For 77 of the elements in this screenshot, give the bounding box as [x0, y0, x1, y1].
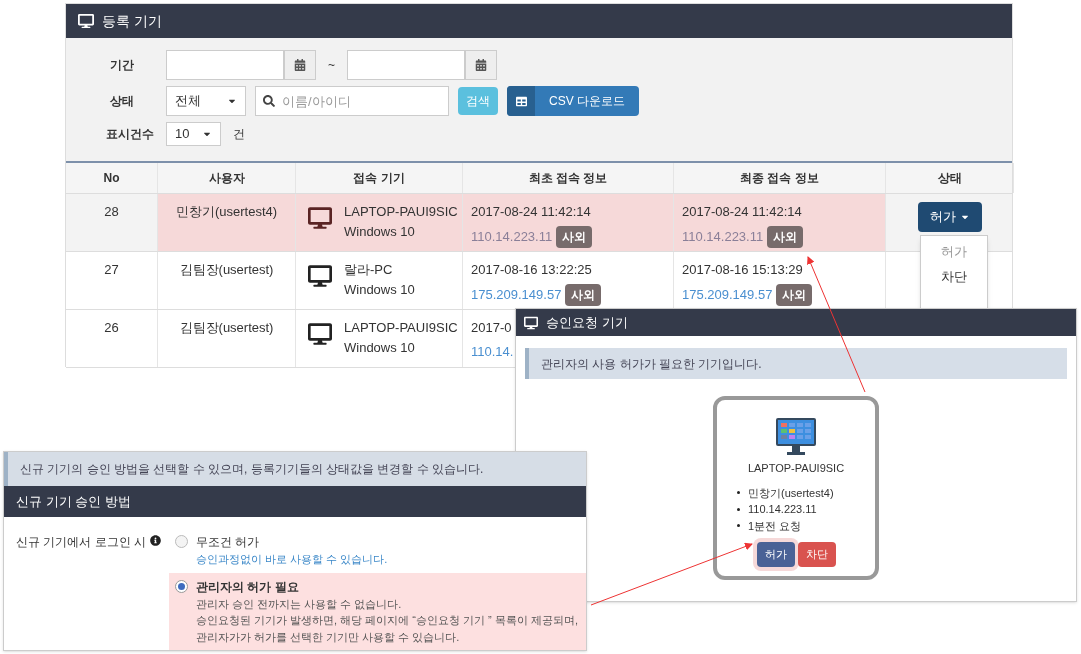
location-tag: 사외: [556, 225, 593, 248]
detail-item: 110.14.223.11: [748, 502, 817, 517]
monitor-icon: [78, 13, 94, 29]
ip-address: 110.14.223.11: [471, 227, 553, 246]
date-field[interactable]: [347, 50, 465, 80]
device-name: 랄라-PC: [344, 261, 394, 279]
ip-address: 175.209.149.57: [682, 285, 773, 304]
status-dropdown-button[interactable]: 허가: [918, 202, 982, 232]
info-icon: [150, 535, 161, 546]
column-header: 최초 접속 정보: [463, 163, 674, 193]
table-cell-text: 민창기(usertest4): [175, 203, 278, 221]
device-os: Windows 10: [344, 222, 416, 241]
device-name: LAPTOP-PAUI9SIC: [344, 203, 458, 221]
table-cell-text: 28: [104, 203, 119, 221]
monitor-icon: [308, 206, 332, 230]
search-field[interactable]: 이름/아이디: [255, 86, 449, 116]
option-description: 관리자가가 허가를 선택한 기기만 사용할 수 있습니다.: [196, 629, 461, 645]
monitor-icon: [524, 315, 538, 330]
calendar-icon: [475, 59, 487, 71]
filter-label: 표시건수: [105, 126, 155, 143]
table-cell-text: 김팀장(usertest): [179, 319, 274, 337]
column-header: 접속 기기: [296, 163, 463, 193]
device-os: Windows 10: [344, 338, 416, 357]
popup-title: 승인요청 기기: [546, 313, 628, 332]
ip-address: 175.209.149.57: [471, 285, 562, 304]
ip-address: 110.14.223.11: [682, 227, 764, 246]
menu-item[interactable]: 차단: [941, 266, 967, 286]
range-separator: ~: [327, 57, 336, 74]
monitor-icon: [308, 264, 332, 288]
access-time: 2017-08-24 11:42:14: [682, 203, 802, 221]
device-name: LAPTOP-PAUI9SIC: [344, 319, 458, 337]
section-title: 신규 기기 승인 방법: [16, 492, 131, 511]
option-description: 관리자 승인 전까지는 사용할 수 없습니다.: [196, 596, 403, 612]
radio-button[interactable]: [175, 579, 188, 593]
option-label: 무조건 허가: [196, 534, 261, 551]
radio-button[interactable]: [175, 535, 188, 548]
column-header: 상태: [886, 163, 1014, 193]
access-time: 2017-08-16 13:22:25: [471, 261, 592, 279]
device-os: Windows 10: [344, 280, 415, 299]
ip-address: 110.14.: [471, 342, 514, 361]
block-button[interactable]: 차단: [797, 542, 836, 567]
column-header: No: [66, 163, 158, 193]
notice-text: 신규 기기의 승인 방법을 선택할 수 있으며, 등록기기들의 상태값을 변경할 수 있습니다.: [20, 461, 484, 478]
field-label: 신규 기기에서 로그인 시: [16, 534, 146, 551]
access-time: 2017-0: [471, 319, 512, 337]
table-cell-text: 26: [104, 319, 119, 337]
calendar-icon: [294, 59, 306, 71]
date-field[interactable]: [166, 50, 284, 80]
access-time: 2017-08-16 15:13:29: [682, 261, 803, 279]
filter-label: 기간: [109, 57, 135, 74]
location-tag: 사외: [565, 283, 602, 306]
calendar-button[interactable]: [284, 50, 316, 80]
access-time: 2017-08-24 11:42:14: [471, 203, 591, 221]
location-tag: 사외: [767, 225, 804, 248]
detail-item: 1분전 요청: [748, 518, 802, 534]
column-header: 사용자: [158, 163, 296, 193]
location-tag: 사외: [776, 283, 813, 306]
search-icon: [263, 95, 275, 107]
calendar-button[interactable]: [465, 50, 497, 80]
option-description: 승인과정없이 바로 사용할 수 있습니다.: [196, 552, 388, 567]
table-cell-text: 김팀장(usertest): [179, 261, 274, 279]
notice-text: 관리자의 사용 허가가 필요한 기기입니다.: [541, 355, 762, 373]
status-select[interactable]: 전체: [166, 86, 246, 116]
monitor-icon: [308, 322, 332, 346]
detail-item: 민창기(usertest4): [748, 485, 834, 501]
option-label: 관리자의 허가 필요: [196, 578, 300, 596]
table-icon: [515, 95, 527, 107]
column-header: 최종 접속 정보: [674, 163, 886, 193]
csv-download-button[interactable]: CSV 다운로드: [507, 86, 639, 116]
monitor-icon: [776, 418, 816, 456]
device-name: LAPTOP-PAUI9SIC: [747, 461, 845, 476]
table-cell-text: 27: [104, 261, 119, 279]
filter-label: 상태: [109, 93, 135, 110]
page-size-select[interactable]: 10: [166, 122, 221, 146]
panel-title: 등록 기기: [102, 11, 162, 31]
unit-label: 건: [233, 126, 245, 143]
option-description: 승인요청된 기기가 발생하면, 해당 페이지에 “승인요청 기기 ” 목록이 제공되며,: [196, 613, 578, 628]
